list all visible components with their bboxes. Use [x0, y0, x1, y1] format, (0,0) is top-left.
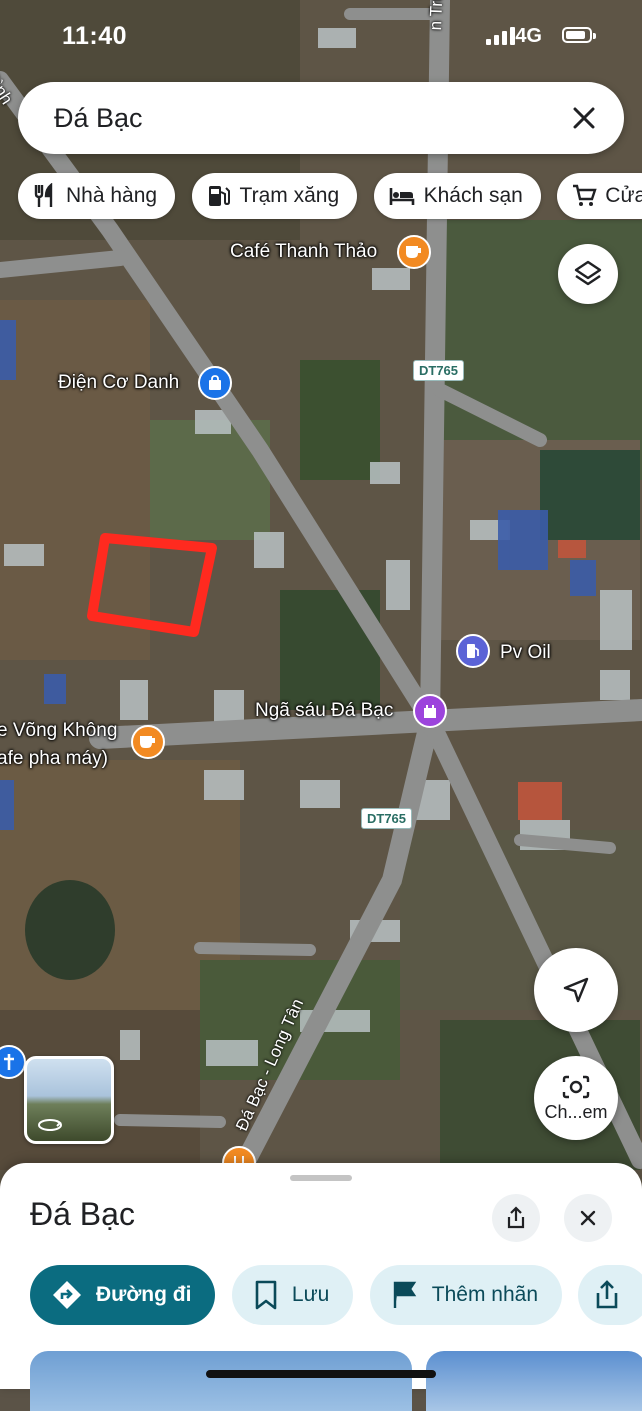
- layers-icon: [574, 260, 602, 286]
- chip-restaurants[interactable]: Nhà hàng: [18, 173, 176, 219]
- directions-label: Đường đi: [96, 1283, 192, 1306]
- sheet-drag-handle[interactable]: [290, 1175, 352, 1181]
- cafe-pin[interactable]: [131, 725, 165, 759]
- clear-search-icon[interactable]: [566, 100, 602, 136]
- share-action-button[interactable]: [578, 1265, 642, 1325]
- camera-lens-icon: [562, 1075, 590, 1098]
- my-location-button[interactable]: [534, 948, 618, 1032]
- place-photo[interactable]: [30, 1351, 412, 1411]
- status-bar: 11:40 4G: [0, 0, 642, 70]
- category-chips: Nhà hàng Trạm xăng Khách sạn Cửa: [18, 173, 642, 221]
- network-type: 4G: [515, 25, 542, 47]
- navigation-arrow-icon: [563, 977, 589, 1003]
- street-view-thumbnail[interactable]: [24, 1056, 114, 1144]
- place-label-nga-sau[interactable]: Ngã sáu Đá Bạc: [255, 700, 393, 722]
- chip-label: Khách sạn: [423, 184, 523, 207]
- layers-button[interactable]: [558, 244, 618, 304]
- chip-gas-stations[interactable]: Trạm xăng: [191, 173, 358, 219]
- restaurant-icon: [34, 183, 53, 207]
- fuel-pin[interactable]: [456, 634, 490, 668]
- chip-shopping[interactable]: Cửa: [557, 173, 642, 219]
- search-bar[interactable]: Đá Bạc: [18, 82, 624, 154]
- place-label-pv-oil[interactable]: Pv Oil: [500, 642, 551, 664]
- chip-label: Nhà hàng: [66, 184, 158, 207]
- flag-icon: [393, 1281, 417, 1308]
- add-label-label: Thêm nhãn: [431, 1283, 539, 1306]
- place-label-cafe-vong-1[interactable]: e Võng Không: [0, 720, 117, 742]
- signal-icon: [486, 27, 515, 45]
- road-shield-dt765-bottom: DT765: [361, 808, 413, 829]
- search-query[interactable]: Đá Bạc: [54, 103, 143, 134]
- status-time: 11:40: [62, 22, 128, 50]
- cafe-pin[interactable]: [397, 235, 431, 269]
- directions-icon: [53, 1281, 81, 1309]
- coffee-icon: [406, 246, 421, 258]
- shopping-cart-icon: [573, 184, 597, 206]
- directions-button[interactable]: Đường đi: [30, 1265, 216, 1325]
- place-label-cafe-vong-2[interactable]: afe pha máy): [0, 748, 108, 770]
- place-photo[interactable]: [426, 1351, 642, 1411]
- add-label-button[interactable]: Thêm nhãn: [369, 1265, 563, 1325]
- close-icon: [580, 1210, 596, 1226]
- place-bottom-sheet[interactable]: Đá Bạc Đường đi Lưu Thêm nhãn: [0, 1163, 642, 1411]
- chip-hotels[interactable]: Khách sạn: [373, 173, 541, 219]
- shop-pin[interactable]: [198, 366, 232, 400]
- coffee-icon: [140, 736, 155, 748]
- place-label-cafe-thanh-thao[interactable]: Café Thanh Thảo: [230, 241, 377, 263]
- home-indicator[interactable]: [206, 1370, 436, 1378]
- chip-label: Trạm xăng: [239, 184, 340, 207]
- shopping-bag-icon: [209, 375, 221, 390]
- place-actions: Đường đi Lưu Thêm nhãn: [30, 1265, 642, 1325]
- save-button[interactable]: Lưu: [231, 1265, 354, 1325]
- landmark-pin[interactable]: [413, 694, 447, 728]
- chip-label: Cửa: [605, 184, 642, 207]
- gas-station-icon: [467, 644, 479, 658]
- road-shield-dt765-top: DT765: [413, 360, 465, 381]
- rotate-360-icon: [38, 1119, 62, 1131]
- save-label: Lưu: [291, 1283, 330, 1306]
- camera-search-button[interactable]: Ch...em: [534, 1056, 618, 1140]
- share-button[interactable]: [492, 1194, 540, 1242]
- share-icon: [507, 1206, 525, 1229]
- cross-icon: [4, 1054, 14, 1070]
- place-label-dien-co-danh[interactable]: Điện Cơ Danh: [58, 372, 179, 394]
- hotel-icon: [389, 188, 414, 205]
- close-sheet-button[interactable]: [564, 1194, 612, 1242]
- castle-icon: [424, 705, 436, 718]
- place-title: Đá Bạc: [30, 1196, 135, 1232]
- gas-station-icon: [208, 186, 230, 206]
- share-icon: [597, 1280, 618, 1309]
- bookmark-icon: [255, 1280, 277, 1310]
- battery-icon: [562, 27, 596, 43]
- camera-search-label: Ch...em: [544, 1101, 608, 1122]
